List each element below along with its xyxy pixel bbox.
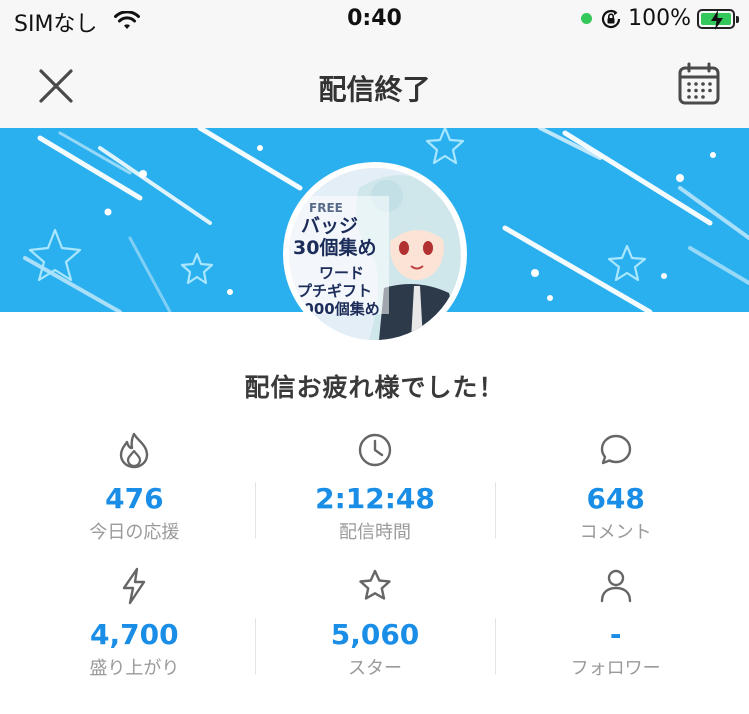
stat-label: フォロワー: [570, 658, 661, 679]
stats-row: 476 今日の応援 2:12:48 配信時間 648 コメント: [14, 424, 736, 560]
stat-label: 盛り上がり: [89, 658, 180, 679]
stat-value: -: [609, 618, 622, 651]
flame-icon: [120, 432, 149, 469]
stat-value: 4,700: [90, 618, 179, 651]
stat-label: コメント: [579, 522, 652, 543]
stat-comments: 648 コメント: [495, 424, 736, 560]
stat-value: 5,060: [330, 618, 420, 651]
stat-value: 648: [586, 482, 645, 515]
status-right-group: 100%: [581, 6, 739, 31]
avatar-text-line: 30個集め: [293, 236, 376, 259]
stats-grid: 476 今日の応援 2:12:48 配信時間 648 コメント 4,700 盛り…: [14, 424, 736, 696]
nav-bar: 配信終了: [0, 44, 749, 128]
avatar-frame: FREE バッジ 30個集め ワード プチギフト 2000個集め: [283, 162, 467, 346]
star-icon: [359, 569, 391, 600]
avatar-text-line: バッジ: [301, 215, 358, 237]
comment-icon: [600, 434, 631, 465]
page-title: 配信終了: [318, 73, 431, 106]
battery-charging-icon: [697, 8, 739, 30]
stats-row: 4,700 盛り上がり 5,060 スター - フォロワー: [14, 560, 736, 696]
person-icon: [600, 569, 631, 603]
stat-value: 476: [105, 482, 164, 515]
mic-active-dot: [581, 13, 593, 24]
rotation-lock-icon: [602, 9, 621, 28]
stat-followers: - フォロワー: [495, 560, 736, 696]
stat-value: 2:12:48: [315, 482, 435, 515]
avatar-text-line: プチギフト: [297, 282, 372, 300]
status-bar: SIMなし 0:40 100%: [0, 0, 749, 44]
stat-label: スター: [348, 658, 402, 679]
lightning-icon: [123, 567, 146, 605]
calendar-button[interactable]: [677, 62, 721, 106]
calendar-icon: [678, 62, 720, 105]
avatar[interactable]: FREE バッジ 30個集め ワード プチギフト 2000個集め: [289, 168, 461, 340]
stream-end-message: 配信お疲れ様でした！: [244, 373, 505, 402]
clock-icon: [358, 433, 392, 467]
stat-stars: 5,060 スター: [254, 560, 496, 696]
stat-support: 476 今日の応援: [14, 424, 255, 560]
stat-excitement: 4,700 盛り上がり: [14, 560, 255, 696]
stat-duration: 2:12:48 配信時間: [254, 424, 496, 560]
stat-label: 今日の応援: [89, 522, 180, 543]
avatar-text-line: 2000個集め: [293, 300, 380, 318]
stat-label: 配信時間: [339, 522, 411, 543]
avatar-text-line: ワード: [319, 264, 364, 282]
battery-percent: 100%: [628, 6, 691, 31]
avatar-text-line: FREE: [309, 201, 343, 215]
